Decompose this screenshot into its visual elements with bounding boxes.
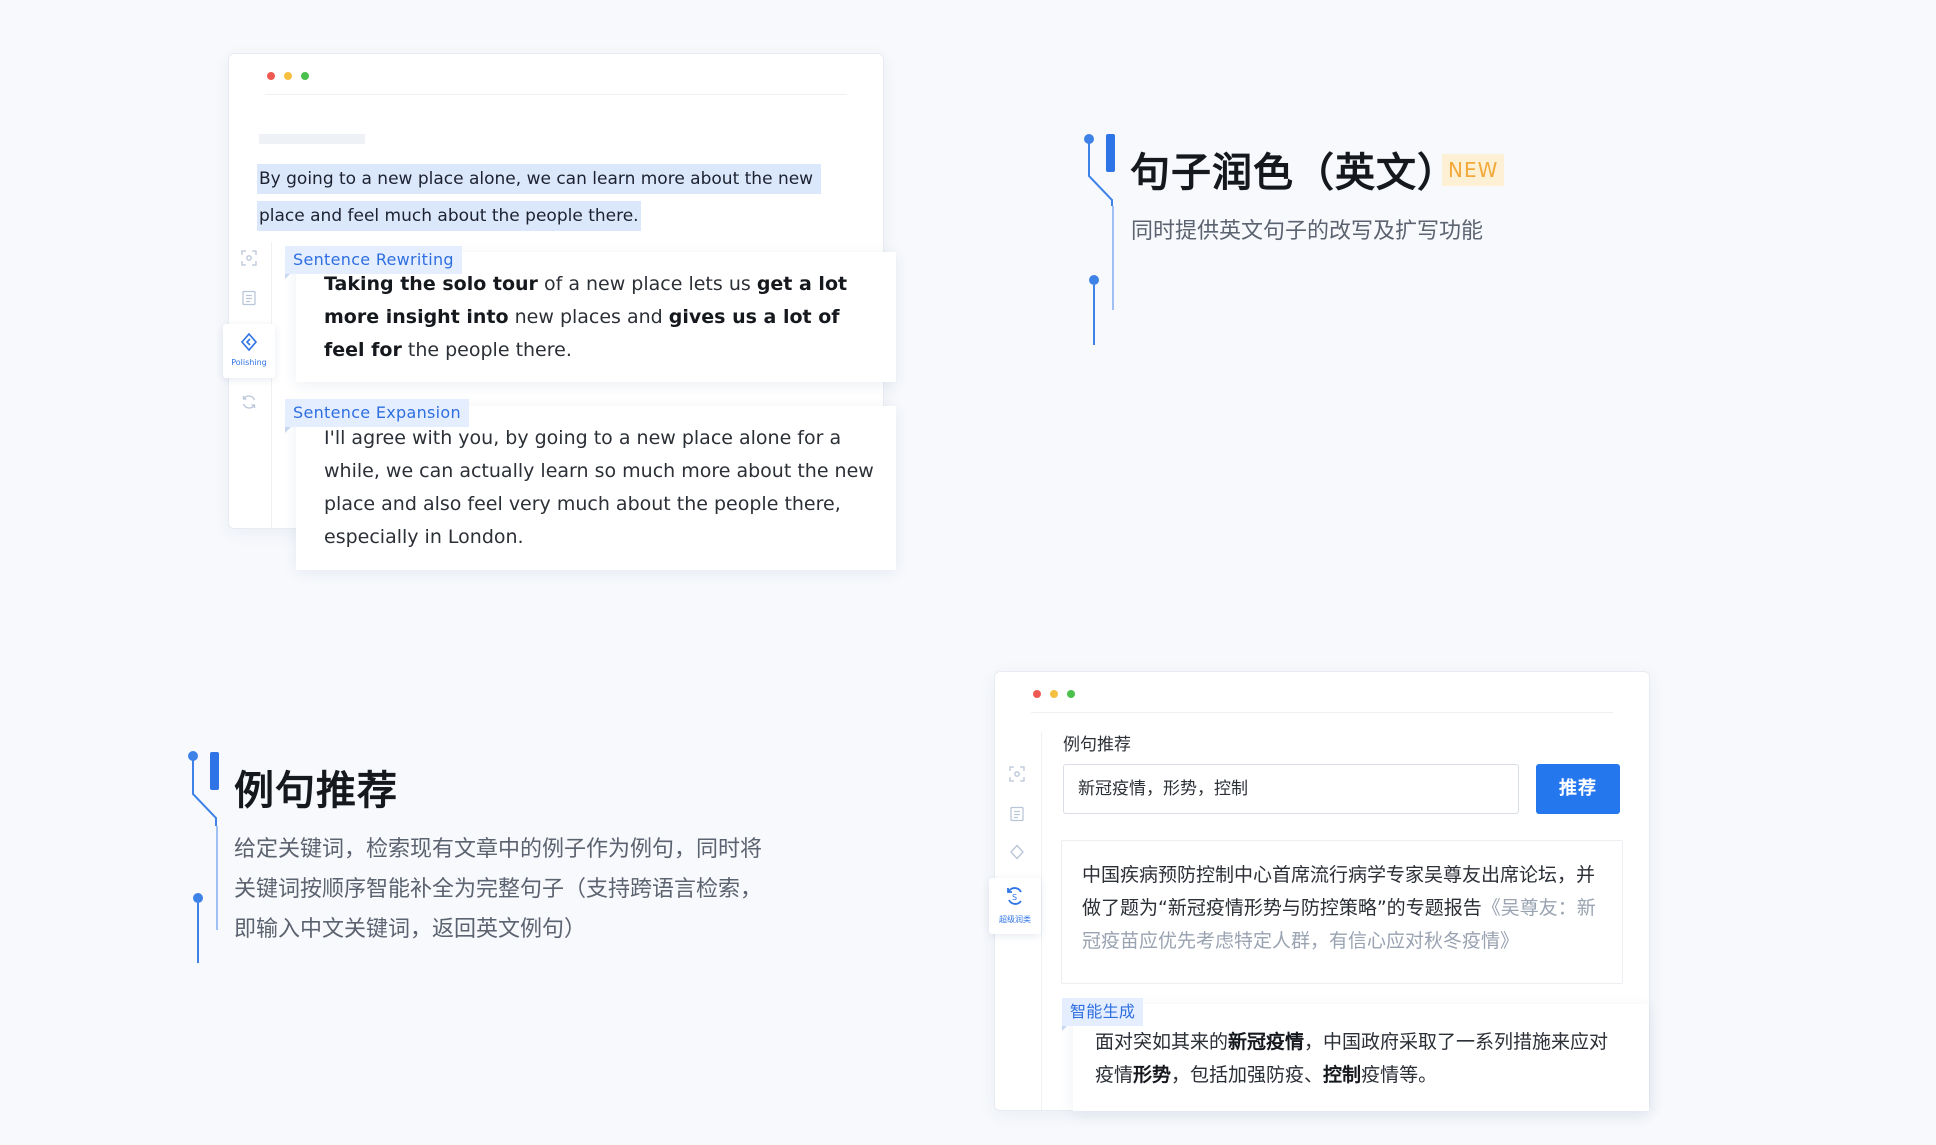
sync-s-icon: S xyxy=(1005,886,1025,906)
connector-dot-bottom xyxy=(193,893,203,903)
generated-tag: 智能生成 xyxy=(1062,998,1144,1026)
svg-text:S: S xyxy=(1012,893,1017,902)
diamond-icon[interactable] xyxy=(1009,844,1025,860)
diamond-icon xyxy=(239,332,259,352)
expansion-tag: Sentence Expansion xyxy=(285,399,469,427)
titlebar-divider xyxy=(265,94,847,95)
bold-segment: 新冠疫情 xyxy=(1228,1031,1305,1053)
new-badge: NEW xyxy=(1442,154,1505,186)
polish-feature-title: 句子润色（英文） xyxy=(1130,150,1458,196)
source-line-2[interactable]: place and feel much about the people the… xyxy=(257,201,641,231)
rail-item-examples[interactable]: S 超级润类 xyxy=(989,878,1041,934)
window-controls xyxy=(1033,690,1075,698)
examples-rail-label: 超级润类 xyxy=(999,915,1031,924)
polish-feature-description: 同时提供英文句子的改写及扩写功能 xyxy=(1131,219,1484,244)
text-segment: new places and xyxy=(508,306,669,328)
examples-description-line-3: 即输入中文关键词，返回英文例句） xyxy=(234,917,587,942)
scan-icon[interactable] xyxy=(241,250,257,266)
rewriting-text: Taking the solo tour of a new place lets… xyxy=(324,268,879,367)
scan-icon[interactable] xyxy=(1009,766,1025,782)
section-label: 例句推荐 xyxy=(1063,735,1131,755)
bold-segment: Taking the solo tour xyxy=(324,273,538,295)
connector-tail xyxy=(197,903,199,963)
examples-feature-title: 例句推荐 xyxy=(234,768,398,814)
examples-description-line-1: 给定关键词，检索现有文章中的例子作为例句，同时将 xyxy=(234,837,763,862)
close-dot[interactable] xyxy=(1033,690,1041,698)
document-icon[interactable] xyxy=(241,290,257,306)
text-segment: ，包括加强防疫、 xyxy=(1171,1064,1324,1086)
bold-segment: 形势 xyxy=(1133,1064,1172,1086)
generated-panel[interactable]: 面对突如其来的新冠疫情，中国政府采取了一系列措施来应对疫情形势，包括加强防疫、控… xyxy=(1073,1004,1649,1111)
placeholder-bar xyxy=(259,134,365,144)
polishing-label: Polishing xyxy=(231,358,267,367)
refresh-icon[interactable] xyxy=(241,394,257,410)
rewriting-tag: Sentence Rewriting xyxy=(285,246,462,274)
recommend-button[interactable]: 推荐 xyxy=(1536,764,1620,814)
text-segment: 面对突如其来的 xyxy=(1095,1031,1229,1053)
minimize-dot[interactable] xyxy=(1050,690,1058,698)
title-accent-bar xyxy=(1106,134,1115,172)
document-icon[interactable] xyxy=(1009,806,1025,822)
bold-segment: 控制 xyxy=(1323,1064,1362,1086)
connector-dash xyxy=(1112,206,1114,310)
connector-dot-bottom xyxy=(1089,275,1099,285)
window-controls xyxy=(267,72,309,80)
title-accent-bar xyxy=(210,752,219,790)
expansion-text: I'll agree with you, by going to a new p… xyxy=(324,427,874,548)
generated-text: 面对突如其来的新冠疫情，中国政府采取了一系列措施来应对疫情形势，包括加强防疫、控… xyxy=(1095,1026,1625,1092)
maximize-dot[interactable] xyxy=(301,72,309,80)
tool-rail xyxy=(229,242,272,528)
minimize-dot[interactable] xyxy=(284,72,292,80)
close-dot[interactable] xyxy=(267,72,275,80)
maximize-dot[interactable] xyxy=(1067,690,1075,698)
rail-item-polishing[interactable]: Polishing xyxy=(223,324,275,378)
text-segment: of a new place lets us xyxy=(537,273,757,295)
expansion-panel[interactable]: I'll agree with you, by going to a new p… xyxy=(296,406,896,570)
connector-dash xyxy=(216,826,218,930)
titlebar-divider xyxy=(1031,712,1613,713)
example-result[interactable]: 中国疾病预防控制中心首席流行病学专家吴尊友出席论坛，并做了题为“新冠疫情形势与防… xyxy=(1061,840,1623,984)
source-line-1[interactable]: By going to a new place alone, we can le… xyxy=(257,164,821,194)
keyword-input[interactable]: 新冠疫情，形势，控制 xyxy=(1063,764,1519,814)
examples-description-line-2: 关键词按顺序智能补全为完整句子（支持跨语言检索， xyxy=(234,877,763,902)
text-segment: the people there. xyxy=(401,339,572,361)
text-segment: 疫情等。 xyxy=(1361,1064,1438,1086)
connector-tail xyxy=(1093,285,1095,345)
